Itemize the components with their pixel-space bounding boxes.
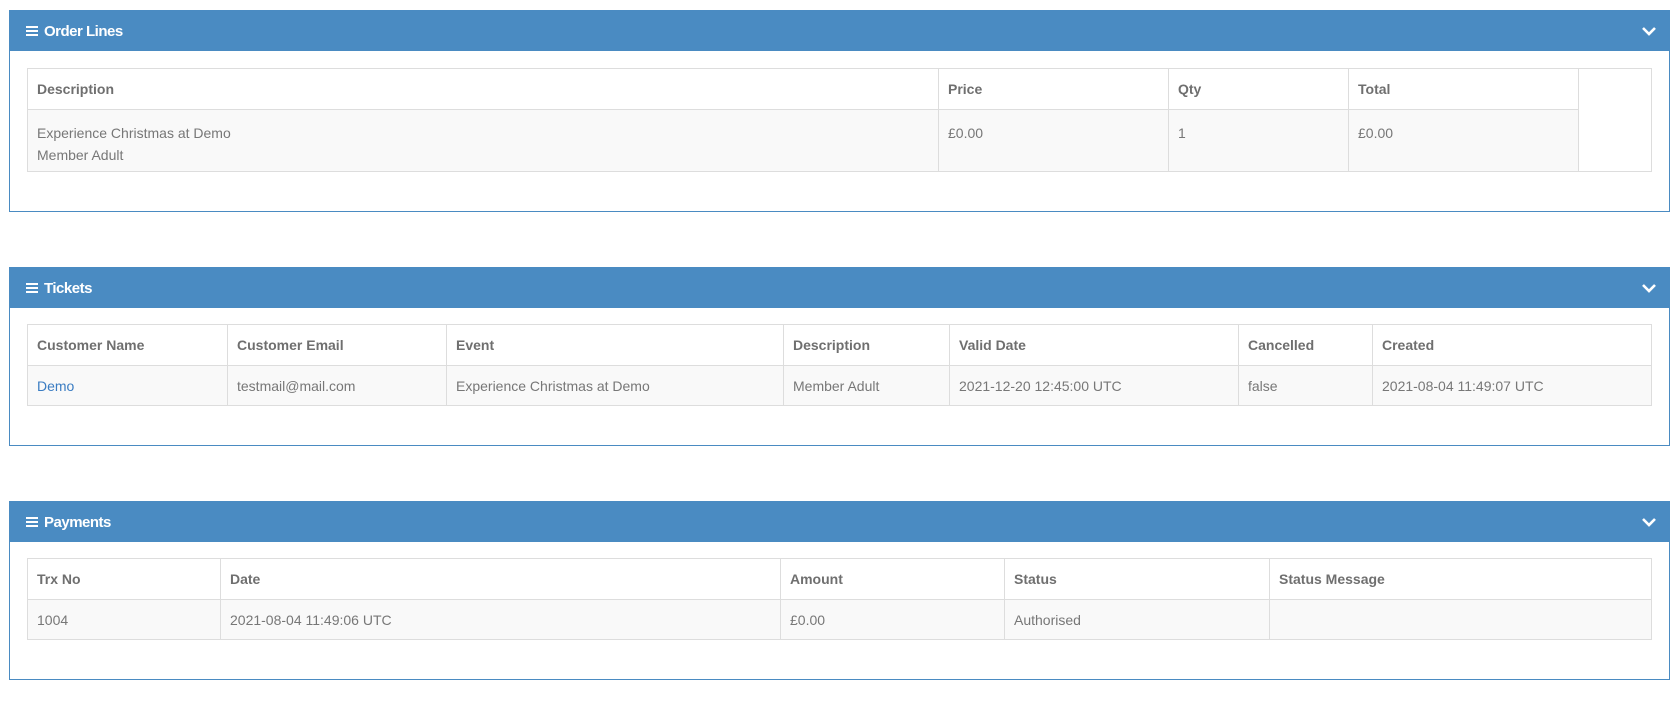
status-message-cell	[1269, 599, 1652, 640]
column-header: Event	[446, 324, 784, 366]
cancelled-cell: false	[1238, 365, 1373, 406]
table-header-row: Trx No Date Amount Status Status Message	[27, 558, 1652, 600]
panel-body: Description Price Qty Total Experience C…	[10, 51, 1669, 172]
column-header: Description	[783, 324, 950, 366]
panel-title: Order Lines	[44, 22, 123, 40]
trx-no-cell: 1004	[27, 599, 221, 640]
column-header: Price	[938, 68, 1169, 110]
bars-icon	[26, 26, 38, 36]
column-header: Description	[27, 68, 939, 110]
amount-cell: £0.00	[780, 599, 1005, 640]
bars-icon	[26, 517, 38, 527]
customer-email-cell: testmail@mail.com	[227, 365, 447, 406]
description-cell: Experience Christmas at Demo Member Adul…	[27, 109, 939, 172]
customer-name-link[interactable]: Demo	[37, 378, 74, 394]
status-cell: Authorised	[1004, 599, 1270, 640]
column-header: Status Message	[1269, 558, 1652, 600]
bars-icon	[26, 283, 38, 293]
column-header: Trx No	[27, 558, 221, 600]
order-lines-header[interactable]: Order Lines	[10, 11, 1669, 51]
created-cell: 2021-08-04 11:49:07 UTC	[1372, 365, 1652, 406]
column-header: Valid Date	[949, 324, 1239, 366]
payments-header[interactable]: Payments	[10, 502, 1669, 542]
chevron-down-icon[interactable]	[1641, 515, 1657, 529]
column-header: Total	[1348, 68, 1579, 110]
tickets-panel: Tickets Customer Name Customer Email Eve…	[9, 267, 1670, 446]
description-line: Experience Christmas at Demo	[37, 125, 231, 141]
empty-cell	[1578, 109, 1652, 172]
description-cell: Member Adult	[783, 365, 950, 406]
column-header: Customer Name	[27, 324, 228, 366]
table-row: 1004 2021-08-04 11:49:06 UTC £0.00 Autho…	[27, 599, 1652, 640]
column-header: Customer Email	[227, 324, 447, 366]
column-header: Created	[1372, 324, 1652, 366]
payments-panel: Payments Trx No Date Amount Status Statu…	[9, 501, 1670, 680]
panel-title: Payments	[44, 513, 111, 531]
chevron-down-icon[interactable]	[1641, 281, 1657, 295]
panel-title: Tickets	[44, 279, 92, 297]
panel-body: Customer Name Customer Email Event Descr…	[10, 308, 1669, 406]
table-row: Experience Christmas at Demo Member Adul…	[27, 109, 1652, 172]
column-header: Qty	[1168, 68, 1349, 110]
column-header: Status	[1004, 558, 1270, 600]
column-header: Date	[220, 558, 781, 600]
table-row: Demo testmail@mail.com Experience Christ…	[27, 365, 1652, 406]
column-header: Amount	[780, 558, 1005, 600]
column-header: Cancelled	[1238, 324, 1373, 366]
qty-cell: 1	[1168, 109, 1349, 172]
total-cell: £0.00	[1348, 109, 1579, 172]
tickets-header[interactable]: Tickets	[10, 268, 1669, 308]
table-header-row: Description Price Qty Total	[27, 68, 1652, 110]
payments-table: Trx No Date Amount Status Status Message…	[27, 558, 1652, 640]
tickets-table: Customer Name Customer Email Event Descr…	[27, 324, 1652, 406]
empty-column	[1578, 68, 1652, 110]
price-cell: £0.00	[938, 109, 1169, 172]
event-cell: Experience Christmas at Demo	[446, 365, 784, 406]
table-header-row: Customer Name Customer Email Event Descr…	[27, 324, 1652, 366]
valid-date-cell: 2021-12-20 12:45:00 UTC	[949, 365, 1239, 406]
order-lines-panel: Order Lines Description Price Qty Total …	[9, 10, 1670, 212]
order-lines-table: Description Price Qty Total Experience C…	[27, 68, 1652, 172]
chevron-down-icon[interactable]	[1641, 24, 1657, 38]
panel-body: Trx No Date Amount Status Status Message…	[10, 542, 1669, 640]
customer-name-cell: Demo	[27, 365, 228, 406]
date-cell: 2021-08-04 11:49:06 UTC	[220, 599, 781, 640]
description-line: Member Adult	[37, 147, 124, 163]
